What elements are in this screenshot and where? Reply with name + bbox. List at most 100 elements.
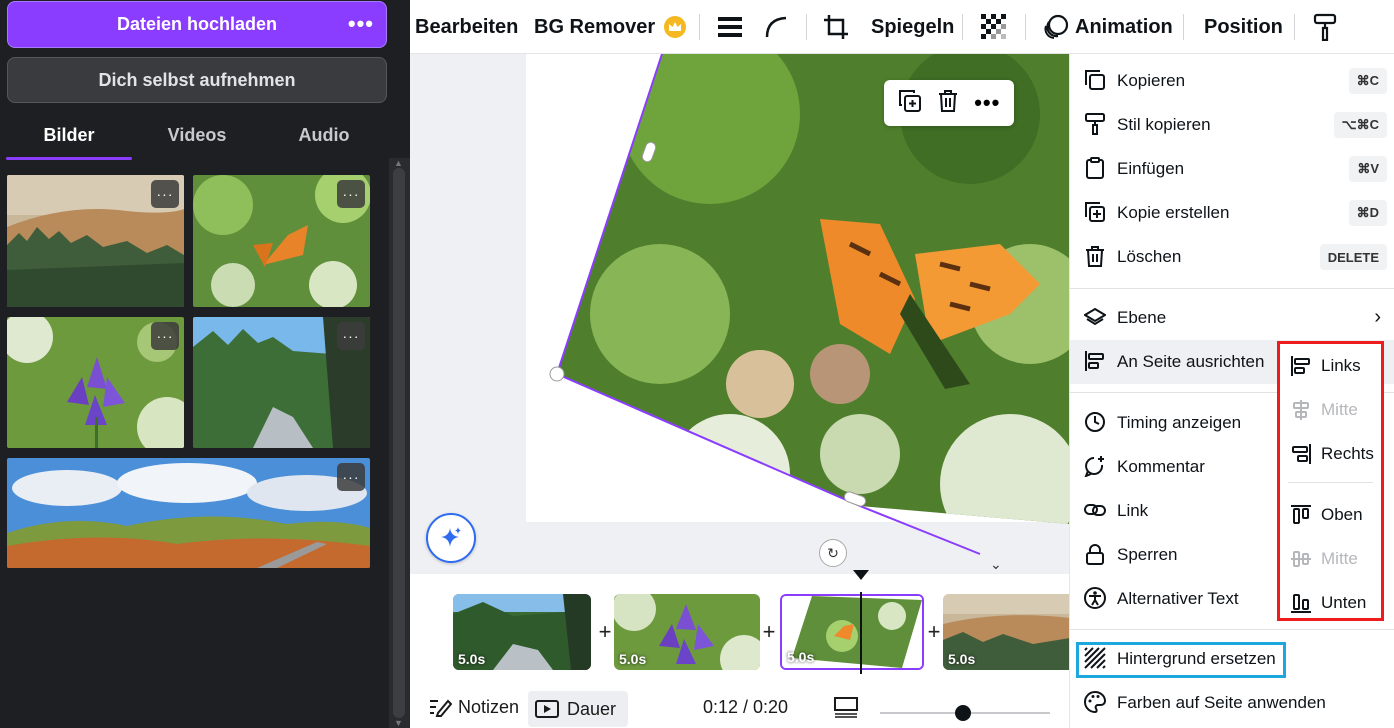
bg-remover-label: BG Remover xyxy=(534,15,656,38)
scroll-down-icon[interactable]: ▼ xyxy=(394,718,403,728)
panel-scrollbar[interactable]: ▲ ▼ xyxy=(389,158,410,728)
duplicate-icon[interactable] xyxy=(898,89,922,118)
record-yourself-button[interactable]: Dich selbst aufnehmen xyxy=(7,57,387,103)
menu-item-paste[interactable]: Einfügen ⌘V xyxy=(1070,147,1394,191)
image-thumbnail[interactable]: ··· xyxy=(193,317,370,448)
align-middle-vertical-option[interactable]: Mitte xyxy=(1280,537,1381,581)
align-top-option[interactable]: Oben xyxy=(1280,493,1381,537)
magic-assistant-button[interactable] xyxy=(426,513,476,563)
duration-button[interactable]: Dauer xyxy=(528,691,629,727)
menu-item-label: Alternativer Text xyxy=(1117,589,1239,608)
trash-icon xyxy=(1086,246,1104,267)
image-thumbnail[interactable]: ··· xyxy=(7,458,370,568)
bg-remover-button[interactable]: BG Remover xyxy=(534,0,687,54)
shortcut-badge: DELETE xyxy=(1319,244,1387,270)
palette-icon xyxy=(1084,691,1106,713)
copy-style-icon[interactable] xyxy=(1313,0,1337,54)
menu-item-label: Stil kopieren xyxy=(1117,115,1211,134)
clip-duration: 5.0s xyxy=(787,649,815,665)
tab-audio[interactable]: Audio xyxy=(261,112,387,158)
image-thumbnail[interactable]: ··· xyxy=(7,317,184,448)
timeline-clip[interactable]: 5.0s xyxy=(943,594,1070,670)
upload-more-options-icon[interactable]: ••• xyxy=(348,11,374,37)
thumbnail-more-icon[interactable]: ··· xyxy=(337,463,365,491)
add-clip-button[interactable]: + xyxy=(757,619,781,644)
clip-duration: 5.0s xyxy=(948,651,976,667)
menu-item-duplicate[interactable]: Kopie erstellen ⌘D xyxy=(1070,191,1394,235)
submenu-label: Oben xyxy=(1321,505,1363,524)
tab-videos[interactable]: Videos xyxy=(134,112,260,158)
crop-icon[interactable] xyxy=(823,0,849,54)
side-panel: Dateien hochladen ••• Dich selbst aufneh… xyxy=(0,0,410,728)
chevron-right-icon: › xyxy=(1374,306,1381,328)
menu-item-copy-style[interactable]: Stil kopieren ⌥⌘C xyxy=(1070,103,1394,147)
toolbar-divider xyxy=(806,14,807,40)
align-right-icon xyxy=(1292,444,1311,464)
selected-image-element[interactable] xyxy=(410,54,1070,574)
menu-item-layer[interactable]: Ebene › xyxy=(1070,296,1394,340)
animation-button[interactable]: Animation xyxy=(1043,0,1173,54)
align-bottom-option[interactable]: Unten xyxy=(1280,581,1381,625)
shortcut-badge: ⌥⌘C xyxy=(1333,112,1387,138)
mirror-button[interactable]: Spiegeln xyxy=(871,0,954,54)
toolbar-divider xyxy=(962,14,963,40)
align-right-option[interactable]: Rechts xyxy=(1280,432,1381,476)
menu-item-label: Sperren xyxy=(1117,545,1178,564)
trash-icon[interactable] xyxy=(937,89,959,118)
duplicate-icon xyxy=(1085,202,1105,222)
align-left-icon xyxy=(1291,356,1310,376)
zoom-slider-thumb[interactable] xyxy=(955,705,971,721)
menu-item-apply-colors[interactable]: Farben auf Seite anwenden xyxy=(1070,681,1394,725)
shortcut-badge: ⌘C xyxy=(1348,68,1387,94)
bottom-bar: Notizen Dauer 0:12 / 0:20 xyxy=(410,686,1070,728)
thumbnail-more-icon[interactable]: ··· xyxy=(151,180,179,208)
thumbnail-more-icon[interactable]: ··· xyxy=(151,322,179,350)
menu-item-label: Ebene xyxy=(1117,308,1167,327)
animation-icon xyxy=(1043,14,1069,40)
playhead-marker-icon[interactable] xyxy=(853,570,869,580)
scroll-up-icon[interactable]: ▲ xyxy=(394,158,403,168)
image-thumbnail[interactable]: ··· xyxy=(193,175,370,307)
menu-item-label: Timing anzeigen xyxy=(1117,413,1242,432)
transparency-icon[interactable] xyxy=(981,0,1007,54)
align-bottom-icon xyxy=(1291,594,1311,613)
timeline: 5.0s + 5.0s + 5.0s + 5.0s xyxy=(410,570,1070,686)
menu-item-copy[interactable]: Kopieren ⌘C xyxy=(1070,59,1394,103)
menu-divider xyxy=(1070,288,1394,289)
scroll-thumb[interactable] xyxy=(393,168,405,718)
thumbnail-more-icon[interactable]: ··· xyxy=(337,180,365,208)
align-middle-icon xyxy=(1291,551,1311,567)
edit-button[interactable]: Bearbeiten xyxy=(415,0,518,54)
align-left-option[interactable]: Links xyxy=(1280,344,1381,388)
position-button[interactable]: Position xyxy=(1204,0,1283,54)
thumbnail-more-icon[interactable]: ··· xyxy=(337,322,365,350)
duration-label: Dauer xyxy=(567,698,617,719)
align-center-horizontal-option[interactable]: Mitte xyxy=(1280,388,1381,432)
editor-canvas[interactable]: ••• ↻ ⌄ xyxy=(410,54,1070,574)
corner-rounding-icon[interactable] xyxy=(764,0,788,54)
image-thumbnail[interactable]: ··· xyxy=(7,175,184,307)
timeline-clip[interactable]: 5.0s xyxy=(614,594,760,670)
playhead[interactable] xyxy=(853,570,869,674)
playback-time: 0:12 / 0:20 xyxy=(703,696,789,717)
more-options-icon[interactable]: ••• xyxy=(974,90,1000,116)
timeline-clip-selected[interactable]: 5.0s xyxy=(780,594,924,670)
line-weight-icon[interactable] xyxy=(718,0,742,54)
thumbnail-view-icon[interactable] xyxy=(834,686,858,728)
play-screen-icon xyxy=(535,700,559,718)
submenu-label: Unten xyxy=(1321,593,1367,612)
paint-roller-icon xyxy=(1085,113,1105,135)
clip-duration: 5.0s xyxy=(458,651,486,667)
upload-files-label: Dateien hochladen xyxy=(116,14,278,34)
rotate-handle-icon[interactable]: ↻ xyxy=(819,539,847,567)
menu-item-delete[interactable]: Löschen DELETE xyxy=(1070,235,1394,279)
tab-images[interactable]: Bilder xyxy=(6,112,132,160)
panorama-hills-image xyxy=(7,458,370,568)
upload-files-button[interactable]: Dateien hochladen ••• xyxy=(7,1,387,48)
notes-icon xyxy=(430,699,452,717)
lock-icon xyxy=(1086,544,1104,565)
notes-button[interactable]: Notizen xyxy=(428,686,519,728)
align-left-icon xyxy=(1085,351,1104,371)
timeline-clip[interactable]: 5.0s xyxy=(453,594,591,670)
chevron-down-icon[interactable]: ⌄ xyxy=(990,556,1002,573)
